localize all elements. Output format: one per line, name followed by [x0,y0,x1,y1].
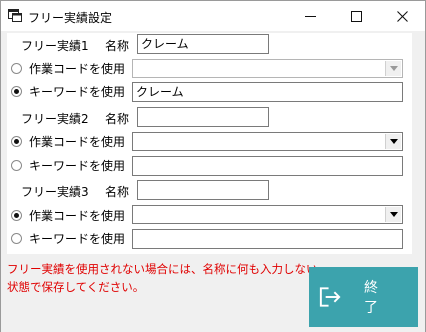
keyword-input-1[interactable]: クレーム [132,82,403,102]
name-input[interactable]: クレーム [137,34,269,54]
close-button[interactable] [379,1,425,31]
chevron-down-icon [389,66,398,71]
keyword-input-3[interactable] [132,229,403,249]
radio-button[interactable] [11,159,22,171]
dropdown-button[interactable] [385,134,401,149]
work-code-dropdown-1[interactable] [132,59,403,78]
name-label: 名称 [105,185,130,199]
work-code-dropdown-3[interactable] [132,205,403,224]
radio-button[interactable] [11,209,22,221]
chevron-down-icon [389,139,398,144]
work-code-dropdown-2[interactable] [132,132,403,151]
dropdown-button[interactable] [385,61,401,76]
radio-label: キーワードを使用 [29,231,126,246]
radio-keyword-3[interactable]: キーワードを使用 [11,228,125,248]
form-content: フリー実績1 名称 クレーム 作業コードを使用 キーワードを使用 クレーム フリ… [1,31,425,332]
app-icon [8,9,22,22]
radio-button[interactable] [11,85,22,97]
title-bar: フリー実績設定 [1,1,425,31]
exit-icon [319,287,341,307]
end-button-label: 終了 [364,280,393,316]
app-window: フリー実績設定 フリー実績1 名称 クレーム 作業コードを使用 キーワードを使用 [0,0,426,332]
group-title: フリー実績3 [21,185,89,199]
radio-label: 作業コードを使用 [29,208,126,223]
maximize-icon [350,10,362,22]
radio-label: 作業コードを使用 [29,134,126,149]
radio-button[interactable] [11,62,22,74]
minimize-button[interactable] [287,1,333,31]
group-title: フリー実績2 [21,112,89,126]
keyword-input-2[interactable] [132,156,403,176]
radio-label: 作業コードを使用 [29,61,126,76]
maximize-button[interactable] [333,1,379,31]
radio-work-code-3[interactable]: 作業コードを使用 [11,205,125,225]
radio-button[interactable] [11,232,22,244]
dropdown-button[interactable] [385,207,401,222]
group-title: フリー実績1 [21,39,89,53]
minimize-icon [304,15,316,17]
radio-work-code-1[interactable]: 作業コードを使用 [11,58,125,78]
radio-keyword-2[interactable]: キーワードを使用 [11,155,125,175]
radio-button[interactable] [11,135,22,147]
end-button[interactable]: 終了 [309,267,418,327]
radio-work-code-2[interactable]: 作業コードを使用 [11,131,125,151]
name-label: 名称 [105,112,130,126]
radio-label: キーワードを使用 [29,158,126,173]
note-line-1: フリー実績を使用されない場合には、名称に何も入力しない [7,262,318,276]
window-title: フリー実績設定 [28,11,113,25]
name-label: 名称 [105,39,130,53]
note-line-2: 状態で保存してください。 [7,280,145,294]
radio-label: キーワードを使用 [29,84,126,99]
usage-note: フリー実績を使用されない場合には、名称に何も入力しない 状態で保存してください。 [7,260,318,296]
name-input[interactable] [137,180,269,200]
radio-keyword-1[interactable]: キーワードを使用 [11,81,125,101]
chevron-down-icon [389,212,398,217]
close-icon [396,10,408,22]
name-input[interactable] [137,107,269,127]
